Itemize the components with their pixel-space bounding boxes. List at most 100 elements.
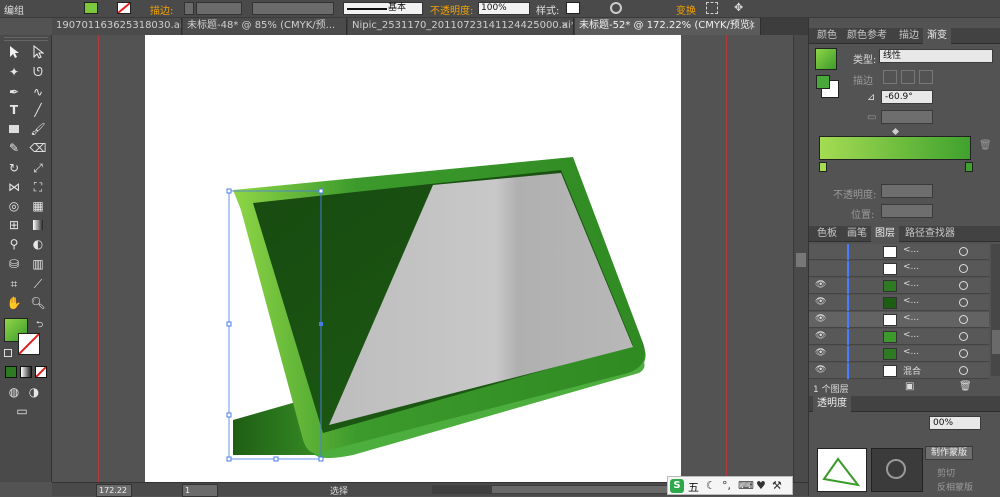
keyboard-icon[interactable]: ⌨ — [738, 479, 754, 492]
tab-stroke[interactable]: 描边 — [895, 28, 923, 44]
stroke-across-icon[interactable] — [919, 70, 933, 84]
gradient-mode-icon[interactable] — [20, 366, 32, 378]
tab-doc-1[interactable]: 190701163625318030.ai* — [52, 18, 182, 35]
direct-selection-tool-icon[interactable] — [28, 43, 48, 61]
scroll-thumb[interactable] — [492, 486, 692, 493]
gradient-angle-input[interactable]: -60.9° — [881, 90, 933, 104]
clip-checkbox-label[interactable]: 剪切 — [937, 466, 955, 479]
tab-color-guide[interactable]: 颜色参考 — [843, 28, 891, 44]
tab-gradient[interactable]: 渐变 — [923, 28, 951, 44]
transparency-opacity-input[interactable]: 00% — [929, 416, 981, 430]
close-icon[interactable]: × — [748, 18, 756, 34]
delete-layer-icon[interactable]: 🗑 — [959, 381, 972, 392]
lasso-tool-icon[interactable]: ᘎ — [28, 63, 48, 81]
stroke-weight-stepper[interactable] — [184, 2, 194, 15]
gradient-type-select[interactable]: 线性 — [879, 49, 993, 63]
opacity-input[interactable]: 100% — [478, 2, 530, 15]
symbol-sprayer-tool-icon[interactable]: ⛁ — [4, 255, 24, 273]
gradient-midpoint[interactable] — [891, 127, 900, 136]
target-icon[interactable] — [959, 281, 968, 290]
curvature-tool-icon[interactable]: ∿ — [28, 83, 48, 101]
tab-brushes[interactable]: 画笔 — [843, 226, 871, 242]
make-mask-button[interactable]: 制作蒙版 — [925, 446, 973, 460]
brush-profile-select[interactable]: 基本 — [343, 2, 423, 15]
scroll-thumb[interactable] — [796, 253, 806, 267]
gradient-slider[interactable] — [819, 136, 971, 160]
default-colors-icon[interactable] — [4, 349, 12, 357]
variable-width-select[interactable] — [252, 2, 334, 15]
moon-icon[interactable]: ☾ — [706, 479, 716, 492]
layer-row[interactable]: 👁︎ <... — [809, 329, 989, 345]
gradient-position-input[interactable] — [881, 204, 933, 218]
toolbar-grip[interactable] — [4, 37, 48, 41]
move-icon[interactable]: ✥ — [734, 2, 746, 14]
gradient-opacity-input[interactable] — [881, 184, 933, 198]
eraser-tool-icon[interactable]: ⌫ — [28, 139, 48, 157]
color-mode-icon[interactable] — [5, 366, 17, 378]
gradient-preview[interactable] — [815, 48, 837, 70]
stroke-along-icon[interactable] — [901, 70, 915, 84]
draw-mode-icon[interactable]: ◍ — [4, 383, 24, 401]
layer-row-selected[interactable]: 👁︎ <... — [809, 312, 989, 328]
recolor-icon[interactable] — [610, 2, 622, 14]
stroke-label[interactable]: 描边: — [150, 2, 173, 17]
ime-mode-label[interactable]: 五 — [688, 479, 699, 495]
eye-icon[interactable]: 👁︎ — [815, 280, 827, 291]
delete-stop-icon[interactable]: 🗑 — [979, 140, 992, 151]
page-input[interactable]: 1 — [182, 484, 218, 497]
stroke-swatch[interactable] — [117, 2, 131, 14]
shape-builder-tool-icon[interactable]: ◎ — [4, 197, 24, 215]
tab-layers[interactable]: 图层 — [871, 226, 899, 242]
target-icon[interactable] — [959, 264, 968, 273]
tab-doc-4[interactable]: 未标题-52* @ 172.22% (CMYK/预览) × — [575, 18, 761, 35]
gradient-stop-start[interactable] — [819, 162, 827, 172]
style-swatch[interactable] — [566, 2, 580, 14]
gradient-tool-icon[interactable] — [28, 216, 48, 234]
vertical-scrollbar[interactable] — [793, 35, 808, 482]
artboard-tool-icon[interactable]: ⌗ — [4, 275, 24, 293]
close-icon[interactable]: × — [561, 18, 569, 34]
free-transform-tool-icon[interactable]: ⛶ — [28, 178, 48, 196]
eye-icon[interactable]: 👁︎ — [815, 297, 827, 308]
gradient-fill-box[interactable] — [816, 75, 830, 89]
new-layer-icon[interactable]: ▣ — [905, 381, 914, 392]
column-graph-tool-icon[interactable]: ▥ — [28, 255, 48, 273]
transparency-thumbnail[interactable] — [817, 448, 867, 492]
eye-icon[interactable]: 👁︎ — [815, 365, 827, 376]
zoom-tool-icon[interactable]: 🔍︎ — [28, 294, 48, 312]
punctuation-icon[interactable]: °, — [722, 479, 731, 492]
target-icon[interactable] — [959, 332, 968, 341]
slice-tool-icon[interactable]: ⟋ — [28, 275, 48, 293]
eye-icon[interactable]: 👁︎ — [815, 314, 827, 325]
tab-transparency[interactable]: 透明度 — [813, 396, 851, 412]
invert-mask-checkbox-label[interactable]: 反相蒙版 — [937, 480, 973, 493]
isolate-icon[interactable] — [706, 2, 718, 14]
tab-doc-2[interactable]: 未标题-48* @ 85% (CMYK/预... — [183, 18, 347, 35]
screen-mode-icon[interactable]: ▭ — [12, 402, 32, 420]
layer-row[interactable]: <... — [809, 261, 989, 277]
perspective-grid-tool-icon[interactable]: ▦ — [28, 197, 48, 215]
swap-colors-icon[interactable]: ⮌ — [36, 317, 43, 333]
scroll-thumb[interactable] — [992, 330, 1000, 354]
none-mode-icon[interactable] — [35, 366, 47, 378]
draw-behind-icon[interactable]: ◑ — [24, 383, 44, 401]
gradient-fill-stroke[interactable] — [816, 75, 839, 98]
target-icon[interactable] — [959, 349, 968, 358]
blend-tool-icon[interactable]: ◐ — [28, 235, 48, 253]
tab-doc-3[interactable]: Nipic_2531170_20110723141124425000.ai* × — [348, 18, 574, 35]
artwork[interactable] — [53, 35, 793, 482]
tools-icon[interactable]: ⚒ — [772, 479, 782, 492]
line-tool-icon[interactable]: ╱ — [28, 101, 48, 119]
stroke-color-box[interactable] — [18, 333, 40, 355]
scale-tool-icon[interactable]: ⤢ — [28, 159, 48, 177]
ime-toolbar[interactable]: S 五 ☾ °, ⌨ ♥ ⚒ — [667, 476, 793, 495]
tab-pathfinder[interactable]: 路径查找器 — [901, 226, 959, 242]
canvas-area[interactable] — [53, 35, 793, 482]
mesh-tool-icon[interactable]: ⊞ — [4, 216, 24, 234]
target-icon[interactable] — [959, 366, 968, 375]
target-icon[interactable] — [959, 247, 968, 256]
selection-tool-icon[interactable] — [4, 43, 24, 61]
stroke-weight-input[interactable] — [196, 2, 242, 15]
target-icon[interactable] — [959, 298, 968, 307]
layer-row[interactable]: 👁︎ <... — [809, 278, 989, 294]
